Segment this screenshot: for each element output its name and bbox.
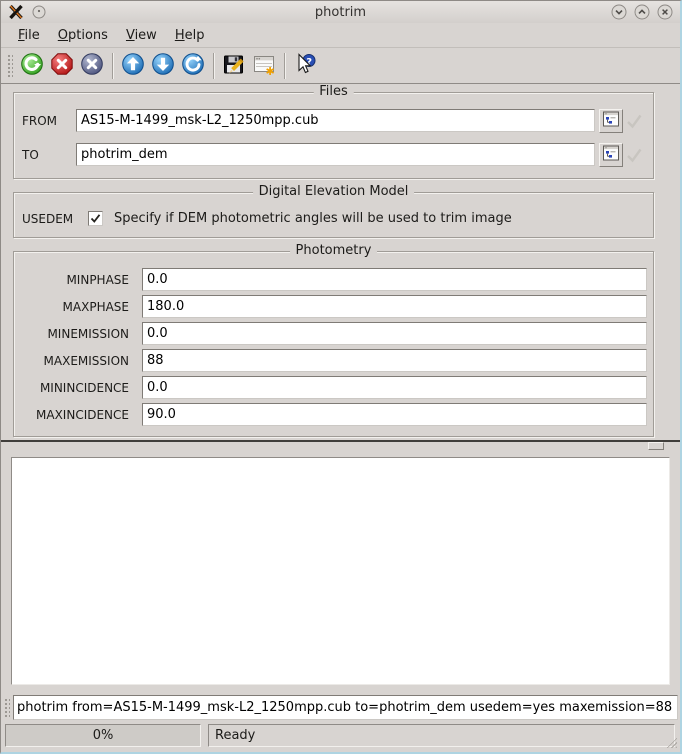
- menu-file[interactable]: File: [9, 25, 49, 46]
- toolbar-separator: [112, 53, 113, 79]
- maxincidence-label: MAXINCIDENCE: [22, 408, 142, 422]
- usedem-row: USEDEM Specify if DEM photometric angles…: [22, 206, 645, 231]
- close-button[interactable]: [657, 4, 673, 20]
- checkmark-icon: [89, 212, 102, 225]
- maxphase-row: MAXPHASE: [22, 294, 647, 319]
- previous-history-button[interactable]: [118, 51, 148, 81]
- exit-button[interactable]: [77, 51, 107, 81]
- files-group: Files FROM: [13, 92, 654, 179]
- from-browse-button[interactable]: [599, 109, 623, 133]
- from-label: FROM: [22, 114, 76, 128]
- status-message-panel: Ready: [208, 724, 675, 747]
- usedem-description: Specify if DEM photometric angles will b…: [114, 211, 512, 226]
- photometry-group-legend: Photometry: [290, 243, 378, 258]
- stop-icon: [50, 52, 74, 79]
- toolbar-drag-handle[interactable]: [6, 53, 13, 79]
- usedem-label: USEDEM: [22, 212, 88, 226]
- menubar: File Options View Help: [1, 23, 680, 48]
- files-group-legend: Files: [313, 84, 354, 99]
- exit-icon: [80, 52, 104, 79]
- menu-help[interactable]: Help: [166, 25, 214, 46]
- parameter-area: Files FROM: [1, 84, 680, 438]
- minemission-label: MINEMISSION: [22, 327, 142, 341]
- command-line-input[interactable]: [13, 695, 678, 720]
- maxphase-input[interactable]: [142, 295, 647, 318]
- log-output[interactable]: [11, 457, 670, 685]
- reset-icon: [181, 52, 205, 79]
- minimize-button[interactable]: [611, 4, 627, 20]
- minincidence-label: MININCIDENCE: [22, 381, 142, 395]
- maxemission-row: MAXEMISSION: [22, 348, 647, 373]
- titlebar[interactable]: photrim: [1, 1, 680, 23]
- toolbar-separator: [213, 53, 214, 79]
- menu-options[interactable]: Options: [49, 25, 117, 46]
- usedem-checkbox[interactable]: [88, 211, 103, 226]
- menu-view[interactable]: View: [117, 25, 166, 46]
- progress-value: 0%: [93, 728, 114, 743]
- stop-button[interactable]: [47, 51, 77, 81]
- reset-button[interactable]: [178, 51, 208, 81]
- splitter[interactable]: [1, 438, 680, 448]
- minphase-input[interactable]: [142, 268, 647, 291]
- splitter-line: [1, 440, 680, 442]
- command-line-drag-handle[interactable]: [3, 697, 10, 717]
- next-history-icon: [151, 52, 175, 79]
- photometry-group: Photometry MINPHASE MAXPHASE MINEMISSION…: [13, 251, 654, 437]
- dem-group: Digital Elevation Model USEDEM Specify i…: [13, 192, 654, 238]
- file-browser-icon: [602, 110, 620, 131]
- svg-text:✱: ✱: [266, 65, 275, 76]
- to-browse-button[interactable]: [599, 143, 623, 167]
- file-browser-icon: [602, 144, 620, 165]
- save-icon: [222, 52, 246, 79]
- new-window-button[interactable]: ✱: [249, 51, 279, 81]
- toolbar-separator: [284, 53, 285, 79]
- maxemission-input[interactable]: [142, 349, 647, 372]
- command-line-row: [1, 693, 680, 721]
- status-message: Ready: [215, 728, 255, 743]
- minincidence-row: MININCIDENCE: [22, 375, 647, 400]
- save-button[interactable]: [219, 51, 249, 81]
- new-window-icon: ✱: [252, 52, 276, 79]
- to-input[interactable]: [76, 143, 595, 166]
- toolbar: ✱ ?: [1, 48, 680, 84]
- minincidence-input[interactable]: [142, 376, 647, 399]
- photrim-window: photrim File: [0, 0, 682, 754]
- maxincidence-input[interactable]: [142, 403, 647, 426]
- dem-group-legend: Digital Elevation Model: [253, 184, 415, 199]
- minemission-input[interactable]: [142, 322, 647, 345]
- whats-this-button[interactable]: ?: [290, 51, 320, 81]
- previous-history-icon: [121, 52, 145, 79]
- to-label: TO: [22, 148, 76, 162]
- to-valid-check-icon: [623, 143, 645, 167]
- next-history-button[interactable]: [148, 51, 178, 81]
- log-area: [1, 448, 680, 693]
- maximize-button[interactable]: [634, 4, 650, 20]
- window-title: photrim: [1, 5, 680, 20]
- from-row: FROM: [22, 108, 645, 133]
- maxincidence-row: MAXINCIDENCE: [22, 402, 647, 427]
- run-button[interactable]: [17, 51, 47, 81]
- from-valid-check-icon: [623, 109, 645, 133]
- run-icon: [20, 52, 44, 79]
- progress-bar: 0%: [5, 724, 201, 747]
- from-input[interactable]: [76, 109, 595, 132]
- minphase-row: MINPHASE: [22, 267, 647, 292]
- status-bar: 0% Ready: [1, 721, 680, 752]
- whats-this-icon: ?: [293, 52, 317, 79]
- to-row: TO: [22, 142, 645, 167]
- minemission-row: MINEMISSION: [22, 321, 647, 346]
- maxemission-label: MAXEMISSION: [22, 354, 142, 368]
- splitter-handle[interactable]: [648, 442, 664, 450]
- maxphase-label: MAXPHASE: [22, 300, 142, 314]
- minphase-label: MINPHASE: [22, 273, 142, 287]
